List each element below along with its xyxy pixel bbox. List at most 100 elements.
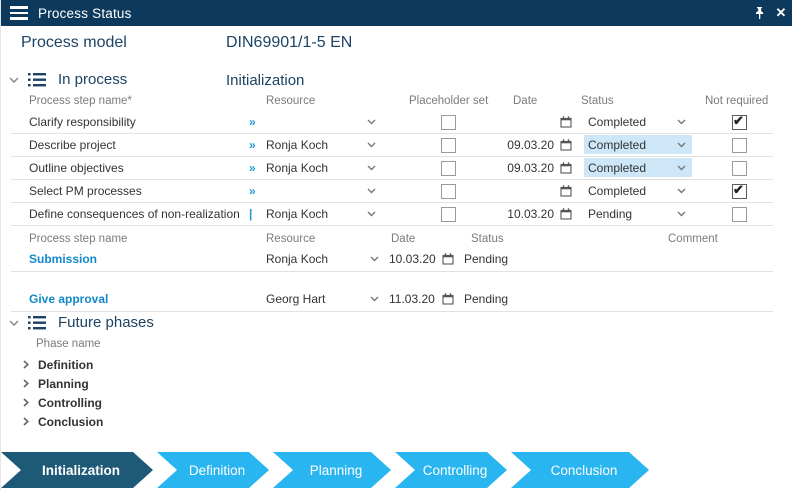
status-value: Completed [588,115,646,129]
phase-item[interactable]: Conclusion [1,413,301,430]
phase-arrow-controlling[interactable]: Controlling [395,452,507,488]
date-value[interactable]: 11.03.20 [389,287,435,311]
placeholder-checkbox[interactable] [441,184,456,199]
phase-name: Planning [38,377,89,391]
phase-arrow-planning[interactable]: Planning [273,452,391,488]
phase-item[interactable]: Controlling [1,394,301,411]
close-icon[interactable]: ✕ [770,0,792,26]
expand-chevron-icon[interactable] [23,417,29,426]
title-bar: Process Status ✕ [1,0,792,26]
step-name: Select PM processes [29,179,142,202]
placeholder-checkbox[interactable] [441,161,456,176]
not-required-checkbox[interactable] [732,161,747,176]
col-process-step-name: Process step name* [29,95,132,107]
window-title: Process Status [38,6,132,21]
resource-dropdown-chevron-icon[interactable] [363,156,379,179]
phase-arrow-initialization[interactable]: Initialization [1,452,153,488]
resource-dropdown-chevron-icon[interactable] [366,287,382,311]
calendar-icon[interactable] [559,133,573,156]
not-required-checkbox[interactable] [732,115,747,130]
chevron-down-icon [677,142,686,148]
phase-item[interactable]: Planning [1,375,301,392]
col-not-required: Not required [705,95,768,107]
resource-dropdown-chevron-icon[interactable] [366,247,382,271]
chevron-down-icon [677,211,686,217]
phase-arrow-conclusion[interactable]: Conclusion [511,452,649,488]
placeholder-checkbox[interactable] [441,115,456,130]
table-row: Describe project»Ronja Koch09.03.20Compl… [11,133,773,157]
collapse-chevron-icon[interactable] [9,77,19,83]
resource-dropdown-chevron-icon[interactable] [363,202,379,225]
status-value: Pending [464,247,508,271]
chevron-down-icon [677,165,686,171]
not-required-checkbox[interactable] [732,207,747,222]
status-dropdown[interactable]: Completed [582,179,698,202]
resource-dropdown-chevron-icon[interactable] [363,179,379,202]
resource-marker-icon: | [249,202,252,225]
approval-row: Submission Ronja Koch 10.03.20 Pending [11,247,773,272]
date-value[interactable] [491,110,554,133]
section-future-phases-header: Future phases [9,314,154,331]
col2-comment: Comment [668,233,718,245]
col2-process-step-name: Process step name [29,233,127,245]
phase-item[interactable]: Definition [1,356,301,373]
status-dropdown[interactable]: Completed [582,156,698,179]
col2-date: Date [391,233,415,245]
calendar-icon[interactable] [441,287,455,311]
section-title: Future phases [58,314,154,331]
step-name: Clarify responsibility [29,110,136,133]
status-dropdown[interactable]: Pending [582,202,698,225]
phase-name: Controlling [38,396,102,410]
step-link[interactable]: Submission [29,247,97,271]
expand-chevron-icon[interactable] [23,360,29,369]
date-value[interactable]: 10.03.20 [491,202,554,225]
phase-arrow-definition[interactable]: Definition [157,452,269,488]
resource-value: Georg Hart [266,287,325,311]
date-value[interactable]: 09.03.20 [491,156,554,179]
date-value[interactable] [491,179,554,202]
status-value: Completed [588,138,646,152]
section-in-process-header: In process [9,71,127,88]
calendar-icon[interactable] [559,110,573,133]
placeholder-checkbox[interactable] [441,207,456,222]
col2-resource: Resource [266,233,315,245]
calendar-icon[interactable] [559,156,573,179]
calendar-icon[interactable] [559,202,573,225]
step-name: Define consequences of non-realization [29,202,240,225]
col-date: Date [513,95,537,107]
hamburger-menu-icon[interactable] [10,6,28,20]
date-value[interactable]: 10.03.20 [389,247,436,271]
calendar-icon[interactable] [441,247,455,271]
not-required-checkbox[interactable] [732,184,747,199]
status-value: Pending [588,207,632,221]
list-icon [28,316,46,330]
expand-chevron-icon[interactable] [23,379,29,388]
resource-marker-icon: » [249,156,256,179]
table-row: Select PM processes » Completed [11,179,773,203]
table-row: Clarify responsibility»Completed [11,110,773,134]
expand-chevron-icon[interactable] [23,398,29,407]
col2-status: Status [471,233,504,245]
resource-marker-icon: » [249,133,256,156]
table-row: Define consequences of non-realization|R… [11,202,773,226]
resource-value: Ronja Koch [266,156,328,179]
status-dropdown[interactable]: Completed [582,133,698,156]
resource-dropdown-chevron-icon[interactable] [363,133,379,156]
date-value[interactable]: 09.03.20 [491,133,554,156]
resource-marker-icon: » [249,179,256,202]
phase-name: Conclusion [38,415,103,429]
calendar-icon[interactable] [559,179,573,202]
list-icon [28,73,46,87]
status-dropdown[interactable]: Completed [582,110,698,133]
resource-dropdown-chevron-icon[interactable] [363,110,379,133]
placeholder-checkbox[interactable] [441,138,456,153]
pin-icon[interactable] [748,0,770,26]
section-title: In process [58,71,127,88]
resource-value: Ronja Koch [266,247,328,271]
status-value: Completed [588,184,646,198]
step-link[interactable]: Give approval [29,287,108,311]
collapse-chevron-icon[interactable] [9,320,19,326]
not-required-checkbox[interactable] [732,138,747,153]
approval-row: Give approvalGeorg Hart11.03.20Pending [11,287,773,312]
process-model-value[interactable]: DIN69901/1-5 EN [226,34,352,52]
